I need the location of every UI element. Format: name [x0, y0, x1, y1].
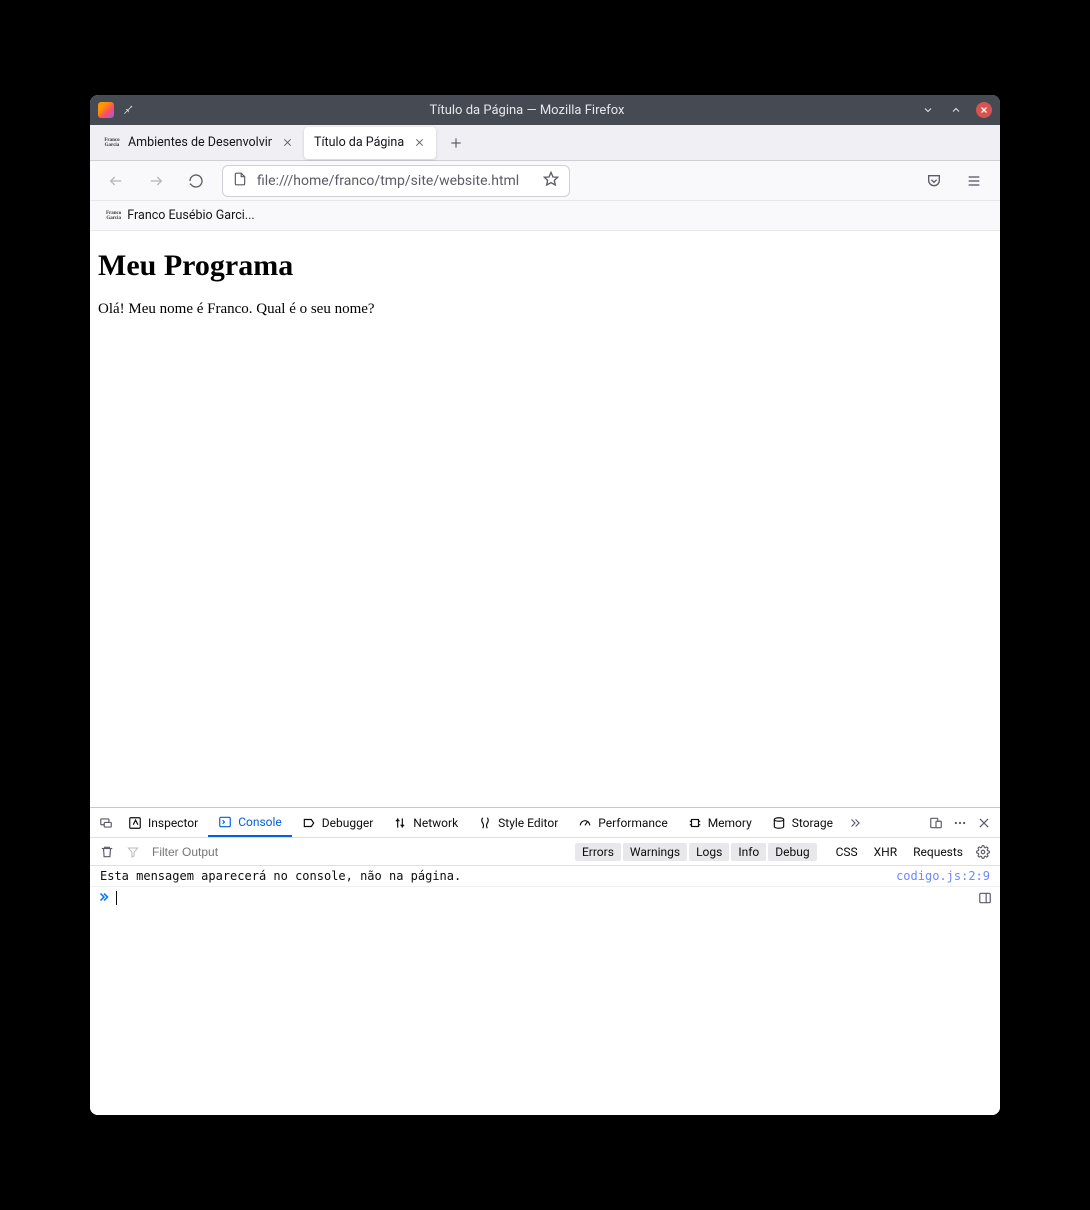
new-tab-button[interactable]	[440, 127, 472, 159]
devtools-menu-icon[interactable]	[948, 811, 972, 835]
pocket-button[interactable]	[920, 167, 948, 195]
window-titlebar: Título da Página — Mozilla Firefox	[90, 95, 1000, 125]
iframe-picker-icon[interactable]	[94, 811, 118, 835]
site-favicon: FrancoGarcia	[106, 211, 121, 221]
devtools-panel: Inspector Console Debugger Network Style…	[90, 807, 1000, 1115]
window-title: Título da Página — Mozilla Firefox	[134, 103, 920, 118]
console-log-row: Esta mensagem aparecerá no console, não …	[90, 866, 1000, 887]
window-close-button[interactable]	[976, 102, 992, 118]
tab-label: Ambientes de Desenvolvimen	[128, 135, 272, 150]
page-file-icon	[233, 172, 247, 190]
window-maximize-button[interactable]	[948, 102, 964, 118]
devtools-tab-console[interactable]: Console	[208, 808, 292, 837]
filter-info[interactable]: Info	[731, 843, 766, 861]
devtools-tabs-overflow-icon[interactable]	[843, 811, 867, 835]
devtools-tab-styleeditor[interactable]: Style Editor	[468, 808, 568, 837]
bookmarks-toolbar: FrancoGarcia Franco Eusébio Garci...	[90, 201, 1000, 231]
browser-tab[interactable]: FrancoGarcia Ambientes de Desenvolvimen	[94, 127, 304, 159]
console-settings-icon[interactable]	[972, 841, 994, 863]
navigation-toolbar: file:///home/franco/tmp/site/website.htm…	[90, 161, 1000, 201]
browser-tab-active[interactable]: Título da Página	[304, 127, 436, 159]
firefox-icon	[98, 102, 114, 118]
filter-errors[interactable]: Errors	[575, 843, 621, 861]
url-text: file:///home/franco/tmp/site/website.htm…	[257, 173, 533, 189]
site-favicon: FrancoGarcia	[104, 135, 120, 151]
filter-funnel-icon	[122, 841, 144, 863]
reload-button[interactable]	[182, 167, 210, 195]
console-prompt-icon	[98, 891, 110, 906]
pin-icon[interactable]	[122, 103, 134, 118]
devtools-tab-performance[interactable]: Performance	[568, 808, 677, 837]
devtools-tabstrip: Inspector Console Debugger Network Style…	[90, 808, 1000, 838]
responsive-design-icon[interactable]	[924, 811, 948, 835]
console-toolbar: Errors Warnings Logs Info Debug CSS XHR …	[90, 838, 1000, 866]
split-console-icon[interactable]	[978, 891, 992, 908]
filter-requests[interactable]: Requests	[906, 843, 970, 861]
console-caret	[116, 891, 117, 905]
console-log-message: Esta mensagem aparecerá no console, não …	[100, 869, 896, 883]
devtools-tab-network[interactable]: Network	[383, 808, 468, 837]
filter-output-input[interactable]	[148, 842, 468, 862]
url-bar[interactable]: file:///home/franco/tmp/site/website.htm…	[222, 165, 570, 197]
tab-close-icon[interactable]	[412, 136, 426, 150]
devtools-tab-memory[interactable]: Memory	[678, 808, 762, 837]
back-button[interactable]	[102, 167, 130, 195]
filter-xhr[interactable]: XHR	[867, 843, 904, 861]
tab-label: Título da Página	[314, 135, 404, 150]
clear-console-icon[interactable]	[96, 841, 118, 863]
filter-debug[interactable]: Debug	[768, 843, 816, 861]
devtools-tab-debugger[interactable]: Debugger	[292, 808, 384, 837]
tab-close-icon[interactable]	[280, 136, 294, 150]
page-content: Meu Programa Olá! Meu nome é Franco. Qua…	[90, 231, 1000, 807]
bookmark-label: Franco Eusébio Garci...	[127, 208, 254, 223]
forward-button[interactable]	[142, 167, 170, 195]
devtools-tab-storage[interactable]: Storage	[762, 808, 843, 837]
filter-warnings[interactable]: Warnings	[623, 843, 687, 861]
page-paragraph: Olá! Meu nome é Franco. Qual é o seu nom…	[98, 301, 992, 318]
console-input-row[interactable]	[90, 887, 1000, 912]
bookmark-star-icon[interactable]	[543, 171, 559, 191]
devtools-tab-inspector[interactable]: Inspector	[118, 808, 208, 837]
bookmark-item[interactable]: FrancoGarcia Franco Eusébio Garci...	[100, 205, 261, 226]
filter-logs[interactable]: Logs	[689, 843, 729, 861]
app-menu-button[interactable]	[960, 167, 988, 195]
console-log-source[interactable]: codigo.js:2:9	[896, 869, 990, 883]
page-heading: Meu Programa	[98, 249, 992, 283]
devtools-close-icon[interactable]	[972, 811, 996, 835]
filter-css[interactable]: CSS	[829, 843, 865, 861]
tab-strip: FrancoGarcia Ambientes de Desenvolvimen …	[90, 125, 1000, 161]
window-minimize-button[interactable]	[920, 102, 936, 118]
firefox-window: Título da Página — Mozilla Firefox Franc…	[90, 95, 1000, 1115]
console-empty-area[interactable]	[90, 912, 1000, 1115]
